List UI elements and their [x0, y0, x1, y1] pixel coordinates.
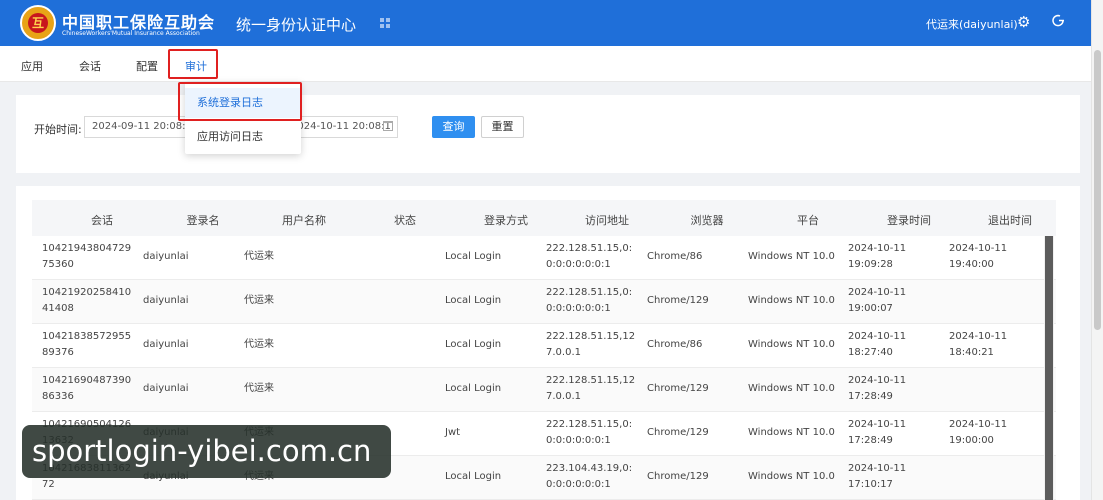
- col-user-name: 用户名称: [282, 214, 326, 227]
- query-button[interactable]: 查询: [432, 116, 475, 138]
- cell-platform: Windows NT 10.0: [748, 427, 835, 438]
- cell-address: 222.128.51.15,127.0.0.1: [546, 375, 636, 402]
- app-title: 统一身份认证中心: [236, 16, 357, 34]
- cell-logout-time: 2024-10-11 19:00:00: [949, 419, 1008, 446]
- page-scrollbar-thumb[interactable]: [1094, 50, 1101, 330]
- cell-user-name: 代运来: [244, 339, 274, 350]
- cell-browser: Chrome/129: [647, 427, 709, 438]
- nav-item-sessions[interactable]: 会话: [79, 58, 101, 74]
- table-header: 会话 登录名 用户名称 状态 登录方式 访问地址 浏览器 平台 登录时间 退出时…: [32, 200, 1056, 236]
- table-scrollbar-thumb[interactable]: [1045, 236, 1053, 500]
- cell-login-method: Jwt: [445, 427, 461, 438]
- table-row[interactable]: 1042169048739086336 daiyunlai 代运来 Local Log…: [32, 368, 1056, 412]
- cell-login-method: Local Login: [445, 383, 502, 394]
- top-header: 互 中国职工保险互助会 ChineseWorkers'Mutual Insura…: [0, 0, 1091, 46]
- col-address: 访问地址: [585, 214, 629, 227]
- main-nav: 应用 会话 配置 审计: [0, 46, 1091, 82]
- col-browser: 浏览器: [690, 214, 724, 227]
- col-platform: 平台: [797, 214, 819, 227]
- cell-address: 222.128.51.15,0:0:0:0:0:0:0:1: [546, 419, 633, 446]
- reset-button[interactable]: 重置: [481, 116, 524, 138]
- cell-platform: Windows NT 10.0: [748, 471, 835, 482]
- end-date-value: 2024-10-11 20:08:1: [291, 121, 391, 132]
- cell-address: 222.128.51.15,127.0.0.1: [546, 331, 636, 358]
- menu-item-highlight: [178, 82, 302, 121]
- cell-platform: Windows NT 10.0: [748, 295, 835, 306]
- table-scrollbar[interactable]: [1044, 236, 1054, 500]
- cell-user-name: 代运来: [244, 383, 274, 394]
- col-login-method: 登录方式: [484, 214, 528, 227]
- cell-session: 1042192025841041408: [42, 287, 132, 314]
- cell-login-time: 2024-10-11 18:27:40: [848, 331, 907, 358]
- start-time-label: 开始时间:: [34, 123, 82, 136]
- nav-audit-highlight: [168, 49, 218, 79]
- cell-logout-time: 2024-10-11 18:40:21: [949, 331, 1008, 358]
- menu-item-app-access-log[interactable]: 应用访问日志: [185, 122, 301, 152]
- cell-login-name: daiyunlai: [143, 339, 189, 350]
- col-status: 状态: [394, 214, 416, 227]
- cell-login-method: Local Login: [445, 295, 502, 306]
- cell-browser: Chrome/129: [647, 471, 709, 482]
- cell-session: 1042169048739086336: [42, 375, 132, 402]
- col-session: 会话: [91, 214, 113, 227]
- cell-login-time: 2024-10-11 19:09:28: [848, 243, 907, 270]
- table-row[interactable]: 1042192025841041408 daiyunlai 代运来 Local Log…: [32, 280, 1056, 324]
- nav-item-apps[interactable]: 应用: [21, 58, 43, 74]
- table-row[interactable]: 1042194380472975360 daiyunlai 代运来 Local Log…: [32, 236, 1056, 280]
- watermark-overlay: sportlogin-yibei.com.cn: [22, 425, 391, 478]
- cell-login-time: 2024-10-11 17:28:49: [848, 375, 907, 402]
- cell-login-name: daiyunlai: [143, 383, 189, 394]
- cell-session: 1042194380472975360: [42, 243, 132, 270]
- cell-login-time: 2024-10-11 17:10:17: [848, 463, 907, 490]
- cell-platform: Windows NT 10.0: [748, 251, 835, 262]
- cell-login-time: 2024-10-11 17:28:49: [848, 419, 907, 446]
- cell-login-name: daiyunlai: [143, 295, 189, 306]
- cell-browser: Chrome/86: [647, 339, 703, 350]
- cell-address: 223.104.43.19,0:0:0:0:0:0:0:1: [546, 463, 633, 490]
- table-row[interactable]: 1042183857295589376 daiyunlai 代运来 Local Log…: [32, 324, 1056, 368]
- cell-login-method: Local Login: [445, 251, 502, 262]
- current-user[interactable]: 代运来(daiyunlai): [926, 16, 1018, 32]
- cell-logout-time: 2024-10-11 19:40:00: [949, 243, 1008, 270]
- apps-grid-icon[interactable]: [380, 18, 391, 29]
- cell-login-method: Local Login: [445, 471, 502, 482]
- col-logout-time: 退出时间: [988, 214, 1032, 227]
- cell-platform: Windows NT 10.0: [748, 383, 835, 394]
- col-login-time: 登录时间: [887, 214, 931, 227]
- col-login-name: 登录名: [186, 214, 220, 227]
- calendar-icon[interactable]: [383, 121, 393, 131]
- cell-address: 222.128.51.15,0:0:0:0:0:0:0:1: [546, 243, 633, 270]
- cell-browser: Chrome/86: [647, 251, 703, 262]
- cell-user-name: 代运来: [244, 251, 274, 262]
- logo-emblem: 互: [28, 13, 48, 33]
- org-name-en: ChineseWorkers'Mutual Insurance Associat…: [62, 30, 200, 37]
- cell-login-name: daiyunlai: [143, 251, 189, 262]
- start-date-value: 2024-09-11 20:08:1: [92, 121, 192, 132]
- cell-session: 1042183857295589376: [42, 331, 132, 358]
- nav-item-config[interactable]: 配置: [136, 58, 158, 74]
- logout-icon[interactable]: [1052, 14, 1065, 31]
- cell-user-name: 代运来: [244, 295, 274, 306]
- gear-icon[interactable]: ⚙: [1017, 13, 1030, 31]
- cell-address: 222.128.51.15,0:0:0:0:0:0:0:1: [546, 287, 633, 314]
- cell-browser: Chrome/129: [647, 295, 709, 306]
- cell-platform: Windows NT 10.0: [748, 339, 835, 350]
- cell-login-method: Local Login: [445, 339, 502, 350]
- cell-login-time: 2024-10-11 19:00:07: [848, 287, 907, 314]
- search-panel: 开始时间: 2024-09-11 20:08:1 2024-10-11 20:0…: [16, 95, 1080, 173]
- cell-browser: Chrome/129: [647, 383, 709, 394]
- org-logo: 互: [20, 5, 56, 41]
- page-scrollbar[interactable]: [1091, 0, 1103, 500]
